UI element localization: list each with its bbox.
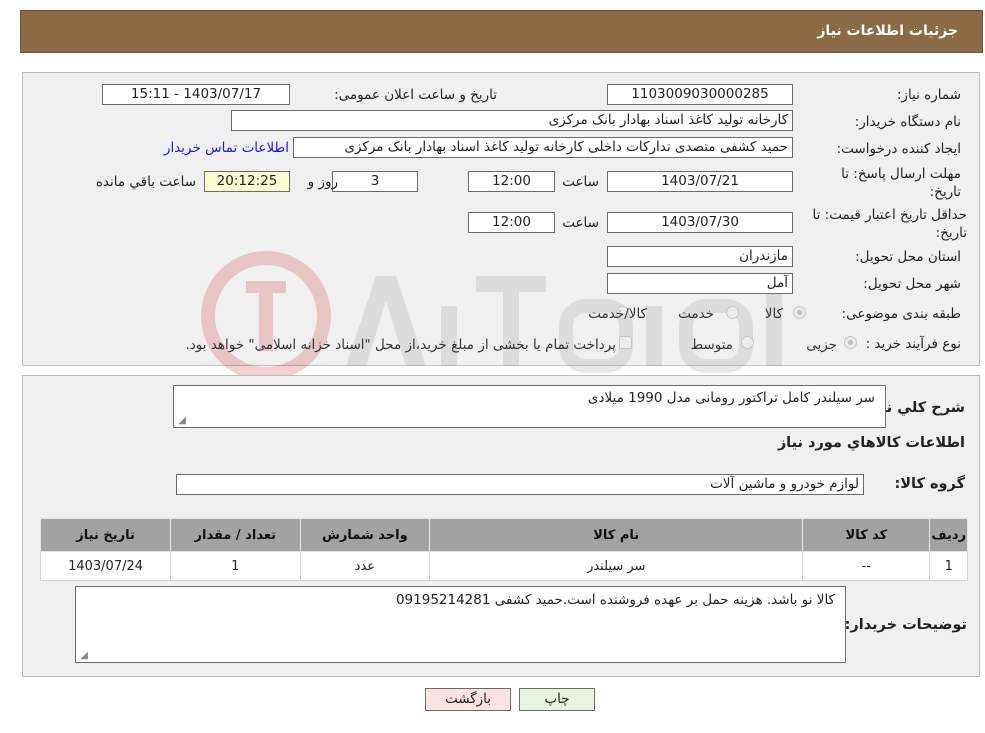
- price-validity-time-field: 12:00: [468, 212, 555, 233]
- goods-group-label: گروه کالا:: [894, 476, 965, 492]
- category-label: طبقه بندی موضوعی:: [841, 306, 961, 322]
- goods-group-field: لوازم خودرو و ماشین آلات: [176, 474, 864, 495]
- remaining-time-label: ساعت باقي مانده: [95, 174, 196, 190]
- col-row-number: رديف: [929, 518, 968, 552]
- buyer-org-label: نام دستگاه خریدار:: [854, 114, 961, 130]
- col-unit: واحد شمارش: [299, 518, 431, 552]
- response-deadline-date-field: 1403/07/21: [607, 171, 793, 192]
- page-title: جزئیات اطلاعات نیاز: [817, 23, 958, 39]
- resize-grip-icon[interactable]: ◢: [78, 651, 88, 661]
- buyer-notes-label: توضیحات خریدار:: [844, 617, 967, 633]
- page-header: جزئیات اطلاعات نیاز: [20, 10, 983, 53]
- cell-need-date: 1403/07/24: [39, 551, 172, 581]
- process-option-minor: جزیی: [806, 337, 837, 353]
- resize-grip-icon[interactable]: ◢: [176, 416, 186, 426]
- cell-row-number: 1: [929, 551, 968, 581]
- items-heading: اطلاعات کالاهاي مورد نياز: [777, 435, 965, 451]
- category-option-service: خدمت: [678, 306, 714, 322]
- delivery-city-label: شهر محل تحویل:: [863, 276, 961, 292]
- treasury-payment-checkbox[interactable]: [619, 336, 632, 349]
- need-number-field: 1103009030000285: [607, 84, 793, 105]
- announce-datetime-field: 1403/07/17 - 15:11: [102, 84, 290, 105]
- back-button[interactable]: بازگشت: [425, 688, 511, 711]
- remaining-time-field: 20:12:25: [204, 171, 290, 192]
- remaining-days-label: روز و: [307, 174, 338, 190]
- summary-textarea[interactable]: سر سیلندر کامل تراکتور رومانی مدل 1990 م…: [173, 385, 886, 428]
- col-item-code: کد کالا: [802, 518, 931, 552]
- need-number-label: شماره نیاز:: [896, 87, 961, 103]
- col-quantity: تعداد / مقدار: [170, 518, 301, 552]
- cell-quantity: 1: [170, 551, 301, 581]
- treasury-payment-note: پرداخت تمام یا بخشی از مبلغ خرید،از محل …: [185, 337, 616, 353]
- remaining-days-field: 3: [332, 171, 418, 192]
- requester-label: ایجاد کننده درخواست:: [836, 141, 961, 157]
- category-radio-goods[interactable]: [793, 306, 806, 319]
- buyer-notes-text: کالا نو باشد. هزینه حمل بر عهده فروشنده …: [395, 592, 835, 608]
- cell-item-name: سر سیلندر: [429, 551, 804, 581]
- process-radio-medium[interactable]: [741, 336, 754, 349]
- buyer-org-field: کارخانه تولید کاغذ اسناد بهادار بانک مرک…: [231, 110, 793, 131]
- items-table: رديف کد کالا نام کالا واحد شمارش تعداد /…: [39, 518, 968, 581]
- price-validity-date-field: 1403/07/30: [607, 212, 793, 233]
- buyer-notes-textarea[interactable]: کالا نو باشد. هزینه حمل بر عهده فروشنده …: [75, 586, 846, 663]
- price-validity-label: حداقل تاریخ اعتبار قیمت: تا تاریخ:: [812, 207, 967, 241]
- items-table-header-row: رديف کد کالا نام کالا واحد شمارش تعداد /…: [39, 518, 968, 552]
- category-option-goods: کالا: [764, 306, 783, 322]
- announce-datetime-label: تاریخ و ساعت اعلان عمومی:: [334, 87, 497, 103]
- category-option-goods-service: کالا/خدمت: [588, 306, 647, 322]
- buyer-contact-link[interactable]: اطلاعات تماس خریدار: [164, 140, 289, 156]
- col-item-name: نام کالا: [429, 518, 804, 552]
- summary-text: سر سیلندر کامل تراکتور رومانی مدل 1990 م…: [587, 390, 875, 406]
- delivery-city-field: آمل: [607, 273, 793, 294]
- delivery-province-label: استان محل تحویل:: [855, 249, 961, 265]
- response-deadline-time-label: ساعت: [562, 174, 599, 190]
- col-need-date: تاریخ نیاز: [39, 518, 172, 552]
- process-radio-minor[interactable]: [844, 336, 857, 349]
- response-deadline-label: مهلت ارسال پاسخ: تا تاریخ:: [841, 166, 961, 200]
- process-option-medium: متوسط: [690, 337, 733, 353]
- cell-unit: عدد: [299, 551, 431, 581]
- print-button[interactable]: چاپ: [519, 688, 595, 711]
- requester-field: حمید کشفی متصدی تدارکات داخلی کارخانه تو…: [293, 137, 793, 158]
- table-row: 1 -- سر سیلندر عدد 1 1403/07/24: [39, 551, 968, 581]
- response-deadline-time-field: 12:00: [468, 171, 555, 192]
- need-info-panel: شماره نیاز: 1103009030000285 تاریخ و ساع…: [22, 72, 980, 381]
- price-validity-time-label: ساعت: [562, 215, 599, 231]
- delivery-province-field: مازندران: [607, 246, 793, 267]
- category-radio-service[interactable]: [726, 306, 739, 319]
- purchase-process-label: نوع فرآیند خرید :: [865, 336, 961, 352]
- cell-item-code: --: [802, 551, 931, 581]
